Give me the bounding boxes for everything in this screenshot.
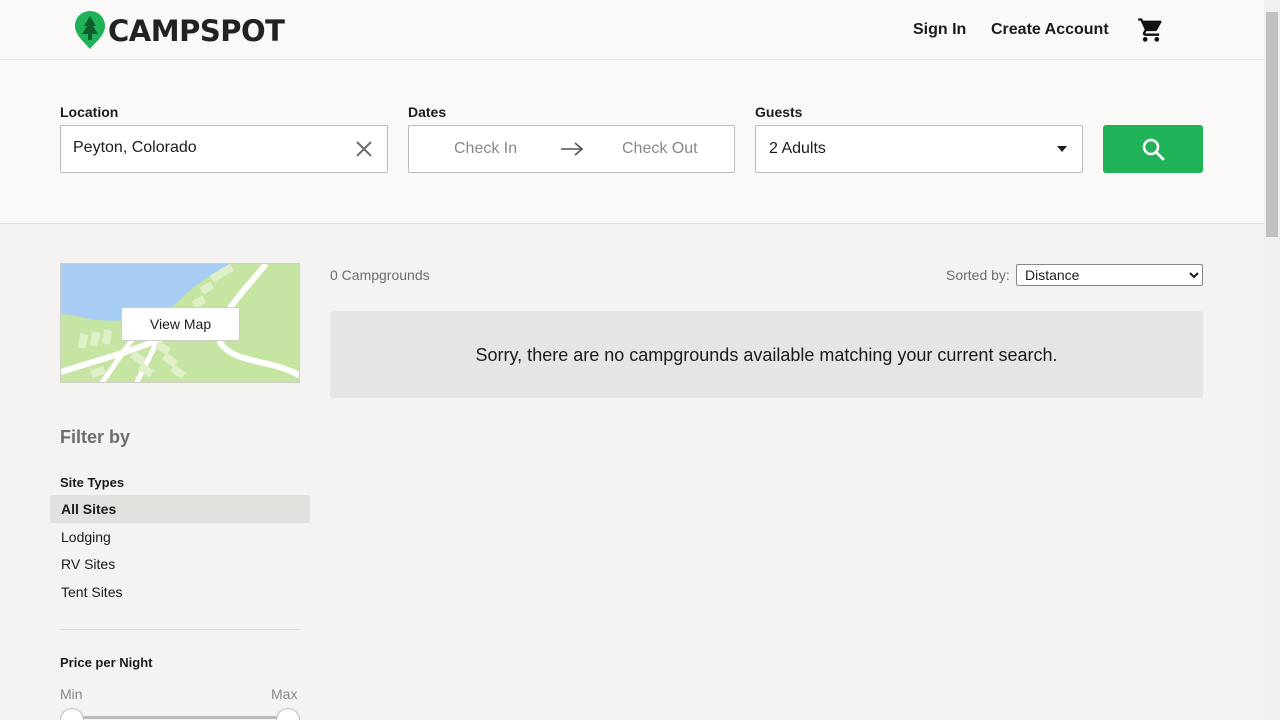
dates-field[interactable]: Check In Check Out — [408, 125, 735, 173]
site-types-heading: Site Types — [60, 475, 125, 490]
site-type-rv-sites[interactable]: RV Sites — [50, 550, 310, 578]
page-scrollbar[interactable] — [1264, 0, 1280, 720]
check-in-field[interactable]: Check In — [454, 140, 517, 158]
top-navigation-bar: CAMPSPOT Sign In Create Account — [0, 0, 1264, 60]
site-type-all-sites[interactable]: All Sites — [50, 495, 310, 523]
view-map-button[interactable]: View Map — [121, 307, 240, 341]
empty-results-panel: Sorry, there are no campgrounds availabl… — [330, 311, 1203, 398]
arrow-right-icon — [561, 142, 584, 156]
chevron-down-icon — [1057, 146, 1067, 152]
search-panel: Location Dates Check In Check Out Guests… — [0, 60, 1264, 224]
location-label: Location — [60, 104, 119, 120]
map-preview[interactable]: View Map — [60, 263, 300, 383]
price-max-label: Max — [271, 686, 298, 702]
price-max-handle[interactable] — [276, 708, 300, 720]
price-range-track — [72, 716, 288, 719]
site-type-tent-sites[interactable]: Tent Sites — [50, 578, 310, 606]
results-count: 0 Campgrounds — [330, 267, 430, 283]
sort-select[interactable]: Distance — [1016, 264, 1203, 286]
scrollbar-thumb[interactable] — [1266, 12, 1278, 237]
search-icon — [1142, 138, 1165, 161]
price-min-label: Min — [60, 686, 83, 702]
filter-by-heading: Filter by — [60, 427, 131, 447]
guests-dropdown[interactable]: 2 Adults — [755, 125, 1083, 173]
check-out-field[interactable]: Check Out — [622, 140, 698, 158]
close-icon[interactable] — [355, 140, 373, 158]
price-min-handle[interactable] — [60, 708, 84, 720]
location-field[interactable] — [60, 125, 388, 173]
tree-pin-icon — [75, 11, 105, 49]
dates-label: Dates — [408, 104, 447, 120]
location-input[interactable] — [73, 139, 343, 157]
site-type-lodging[interactable]: Lodging — [50, 523, 310, 551]
campspot-logo[interactable]: CAMPSPOT — [74, 10, 285, 50]
guests-value: 2 Adults — [769, 140, 826, 157]
brand-name: CAMPSPOT — [108, 13, 285, 48]
guests-label: Guests — [755, 104, 803, 120]
create-account-link[interactable]: Create Account — [991, 21, 1109, 39]
sign-in-link[interactable]: Sign In — [913, 21, 966, 39]
empty-results-message: Sorry, there are no campgrounds availabl… — [475, 345, 1058, 365]
shopping-cart-icon[interactable] — [1137, 16, 1165, 44]
price-per-night-heading: Price per Night — [60, 655, 153, 670]
search-button[interactable] — [1103, 125, 1203, 173]
sidebar-divider — [60, 629, 300, 630]
sorted-by-label: Sorted by: — [946, 267, 1010, 283]
